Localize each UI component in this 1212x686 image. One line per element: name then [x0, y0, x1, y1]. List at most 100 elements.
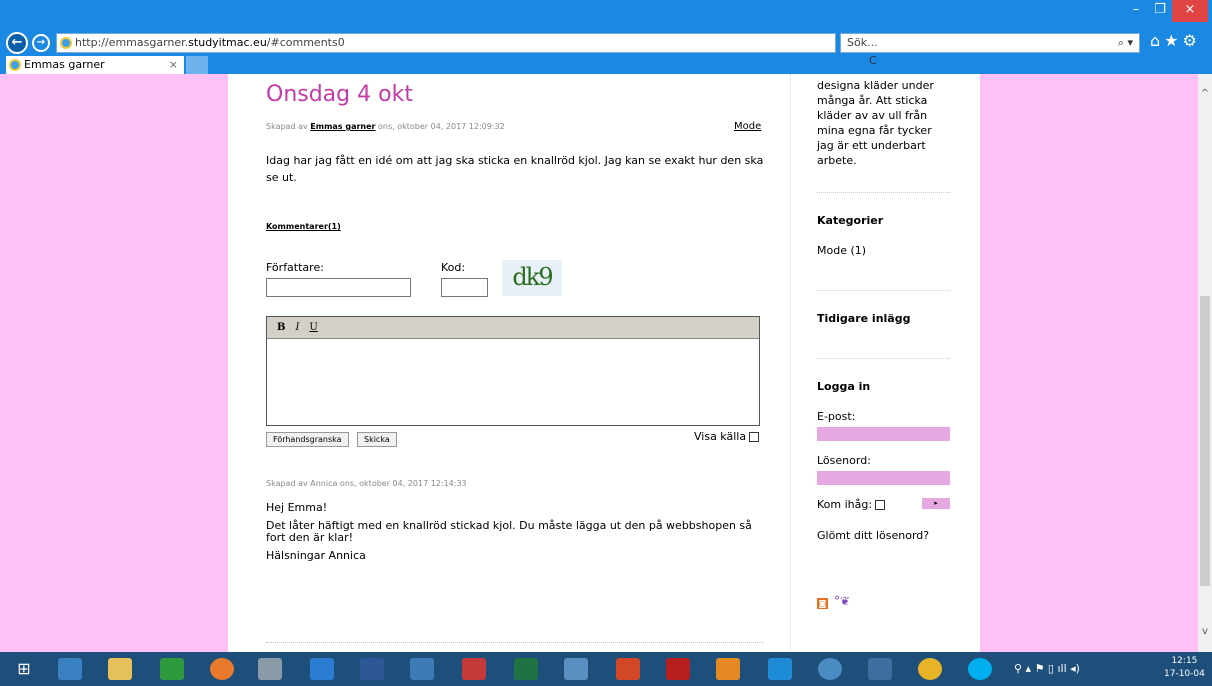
italic-button[interactable]: I	[295, 322, 299, 333]
title-bar: – ❐ ×	[0, 0, 1212, 28]
filezilla-icon[interactable]	[666, 658, 690, 680]
system-tray[interactable]: ⚲ ▴ ⚑ ▯ ıll ◂)	[1014, 652, 1080, 686]
teamviewer-icon[interactable]	[768, 658, 792, 680]
url-prefix: http://emmasgarner.	[75, 36, 189, 49]
app-icon[interactable]	[410, 658, 434, 680]
scrollbar-thumb[interactable]	[1200, 296, 1210, 586]
comment-text: Det låter häftigt med en knallröd sticka…	[266, 519, 752, 544]
show-source-label: Visa källa	[694, 430, 747, 443]
categories-heading: Kategorier	[817, 214, 884, 227]
author-link[interactable]: Emmas garner	[310, 122, 375, 131]
address-bar[interactable]: http://emmasgarner.studyitmac.eu/#commen…	[56, 33, 877, 67]
scroll-up-icon[interactable]: ^	[1198, 88, 1212, 99]
taskbar: ⊞ ⚲ ▴ ⚑ ▯ ıll ◂) 12:15 17-10-04	[0, 652, 1212, 686]
powerpoint-icon[interactable]	[616, 658, 640, 680]
internet-explorer-icon[interactable]	[58, 658, 82, 680]
forward-button[interactable]: →	[32, 34, 50, 52]
email-label: E-post:	[817, 410, 856, 423]
comment-signoff: Hälsningar Annica	[266, 549, 366, 562]
post-meta: Skapad av Emmas garner ons, oktober 04, …	[266, 122, 505, 131]
clock-time: 12:15	[1171, 656, 1198, 666]
comment-greeting: Hej Emma!	[266, 501, 328, 514]
divider	[817, 358, 950, 359]
bold-button[interactable]: B	[277, 322, 285, 333]
clock[interactable]: 12:15 17-10-04	[1164, 655, 1205, 681]
password-input[interactable]	[817, 471, 950, 485]
clock-date: 17-10-04	[1164, 669, 1205, 679]
browser-chrome: – ❐ × ← → http://emmasgarner.studyitmac.…	[0, 0, 1212, 74]
app-icon[interactable]	[564, 658, 588, 680]
post-title: Onsdag 4 okt	[266, 82, 413, 107]
chrome-icon[interactable]	[918, 658, 942, 680]
comment-body: Hej Emma! Det låter häftigt med en knall…	[266, 502, 766, 568]
url-host: studyitmac.eu	[188, 36, 267, 49]
email-input[interactable]	[817, 427, 950, 441]
author-input[interactable]	[266, 278, 411, 297]
author-label: Författare:	[266, 261, 324, 274]
send-button[interactable]: Skicka	[357, 432, 397, 447]
password-label: Lösenord:	[817, 454, 871, 467]
show-source-checkbox[interactable]	[749, 432, 760, 442]
remember-me: Kom ihåg:	[817, 498, 886, 511]
divider	[266, 642, 764, 643]
app-icon[interactable]	[868, 658, 892, 680]
comment-meta: Skapad av Annica ons, oktober 04, 2017 1…	[266, 479, 467, 488]
divider	[817, 192, 950, 193]
minimize-button[interactable]: –	[1126, 0, 1146, 22]
comments-link[interactable]: Kommentarer(1)	[266, 222, 341, 231]
preview-button[interactable]: Förhandsgranska	[266, 432, 349, 447]
rss-icon[interactable]: ◙	[817, 598, 828, 609]
url-suffix: /#comments0	[266, 36, 345, 49]
start-button-icon[interactable]: ⊞	[12, 658, 36, 680]
file-explorer-icon[interactable]	[108, 658, 132, 680]
category-link[interactable]: Mode	[734, 121, 761, 132]
meta-prefix: Skapad av	[266, 122, 311, 131]
picasa-icon[interactable]	[210, 658, 234, 680]
sidebar-intro: designa kläder under många år. Att stick…	[817, 79, 934, 167]
login-button[interactable]: ▸	[922, 498, 950, 509]
tab-title: Emmas garner	[24, 58, 105, 71]
scroll-down-icon[interactable]: v	[1198, 626, 1212, 637]
excel-icon[interactable]	[514, 658, 538, 680]
divider	[817, 290, 950, 291]
login-heading: Logga in	[817, 380, 871, 393]
forgot-password-link[interactable]: Glömt ditt lösenord?	[817, 529, 929, 542]
atom-feed-icon[interactable]: °❦	[834, 594, 850, 608]
media-player-icon[interactable]	[716, 658, 740, 680]
app-icon[interactable]	[818, 658, 842, 680]
editor-toolbar: BIU	[267, 317, 759, 339]
search-placeholder: Sök...	[847, 36, 878, 49]
app-icon[interactable]	[310, 658, 334, 680]
comment-editor[interactable]: BIU	[266, 316, 760, 426]
navigation-row: ← → http://emmasgarner.studyitmac.eu/#co…	[0, 29, 1212, 67]
tab-close-icon[interactable]: ×	[169, 56, 178, 73]
new-tab-button[interactable]	[186, 56, 208, 74]
tab-row: Emmas garner ×	[0, 56, 1212, 74]
home-favorites-settings-icons[interactable]: ⌂★⚙	[1150, 31, 1201, 50]
show-source: Visa källa	[694, 430, 760, 443]
remember-checkbox[interactable]	[875, 500, 886, 510]
category-item-mode[interactable]: Mode (1)	[817, 244, 866, 257]
maximize-button[interactable]: ❐	[1150, 0, 1170, 22]
code-label: Kod:	[441, 261, 466, 274]
vertical-scrollbar[interactable]: ^ v	[1198, 74, 1212, 652]
blog-page: Onsdag 4 okt Skapad av Emmas garner ons,…	[228, 74, 980, 652]
code-input[interactable]	[441, 278, 488, 297]
acrobat-icon[interactable]	[462, 658, 486, 680]
word-icon[interactable]	[360, 658, 384, 680]
ie-favicon-icon	[9, 59, 21, 71]
tab-emmas-garner[interactable]: Emmas garner ×	[6, 56, 184, 74]
search-input[interactable]: Sök... ⌕ ▾	[840, 33, 1140, 53]
underline-button[interactable]: U	[309, 322, 317, 333]
remember-label: Kom ihåg:	[817, 498, 873, 511]
back-button[interactable]: ←	[6, 32, 28, 54]
meta-date: ons, oktober 04, 2017 12:09:32	[375, 122, 505, 131]
close-window-button[interactable]: ×	[1172, 0, 1208, 22]
column-divider	[790, 74, 791, 652]
search-icon[interactable]: ⌕ ▾	[1118, 34, 1133, 52]
ie-favicon-icon	[60, 37, 72, 49]
app-icon[interactable]	[258, 658, 282, 680]
post-body: Idag har jag fått en idé om att jag ska …	[266, 154, 764, 184]
store-icon[interactable]	[160, 658, 184, 680]
skype-icon[interactable]	[968, 658, 992, 680]
